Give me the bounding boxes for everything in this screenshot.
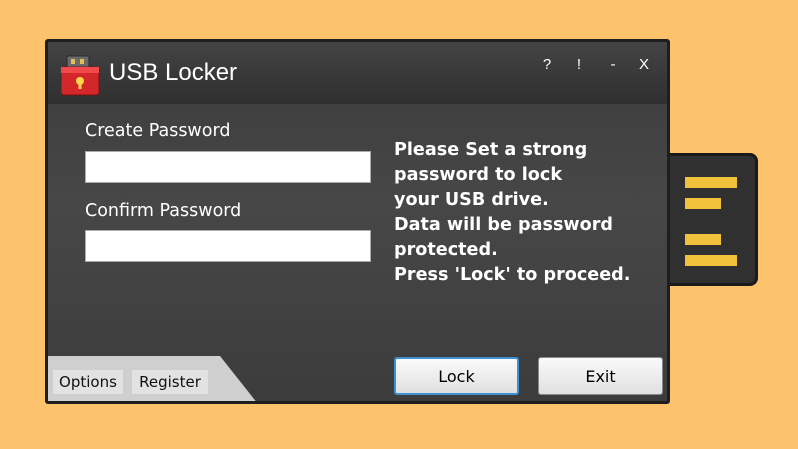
usb-connector bbox=[662, 153, 758, 286]
usb-lock-icon bbox=[61, 55, 100, 96]
usb-pin bbox=[685, 198, 721, 209]
help-button[interactable]: ? bbox=[538, 56, 556, 73]
tab-options[interactable]: Options bbox=[53, 370, 123, 394]
exit-button[interactable]: Exit bbox=[538, 357, 663, 395]
app-title: USB Locker bbox=[109, 59, 238, 86]
instructions-text: Please Set a strong password to lock you… bbox=[394, 140, 631, 285]
usb-pin bbox=[685, 234, 721, 245]
usb-locker-window: USB Locker ? ! - X Create Password Confi… bbox=[45, 39, 670, 404]
info-button[interactable]: ! bbox=[570, 56, 588, 73]
confirm-password-field[interactable] bbox=[85, 230, 371, 262]
close-button[interactable]: X bbox=[635, 56, 653, 73]
create-password-field[interactable] bbox=[85, 151, 371, 183]
tab-register[interactable]: Register bbox=[132, 370, 208, 394]
create-password-label: Create Password bbox=[85, 121, 231, 141]
usb-pin bbox=[685, 255, 737, 266]
minimize-button[interactable]: - bbox=[604, 56, 622, 73]
title-bar: USB Locker ? ! - X bbox=[48, 42, 667, 104]
usb-pin bbox=[685, 177, 737, 188]
lock-button[interactable]: Lock bbox=[394, 357, 519, 395]
confirm-password-label: Confirm Password bbox=[85, 201, 242, 221]
